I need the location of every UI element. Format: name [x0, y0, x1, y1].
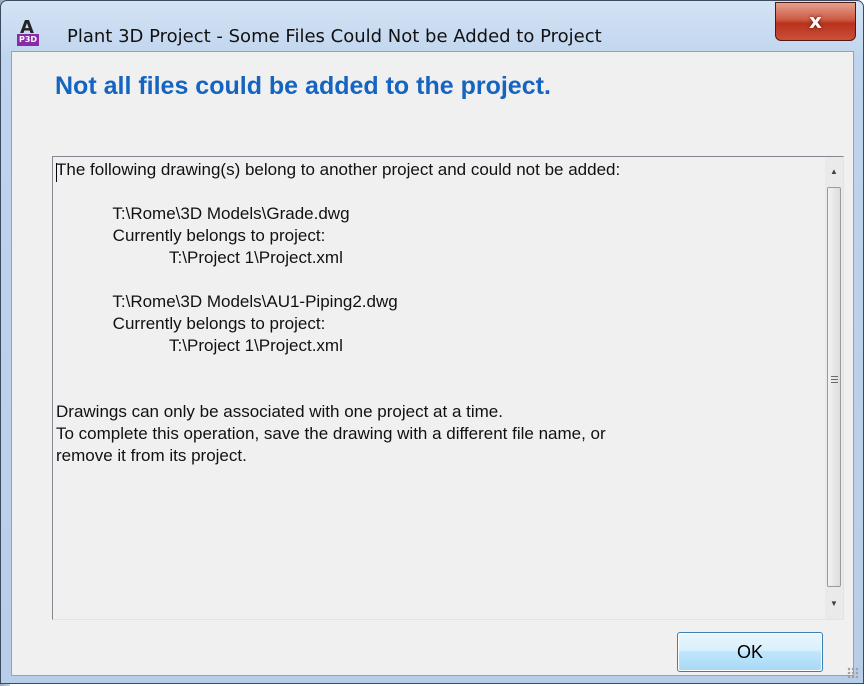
dialog-heading: Not all files could be added to the proj… — [55, 72, 551, 100]
message-line: Currently belongs to project: — [56, 226, 326, 245]
resize-grip-icon[interactable] — [847, 667, 859, 679]
ok-button[interactable]: OK — [677, 632, 823, 672]
window-title: Plant 3D Project - Some Files Could Not … — [67, 26, 602, 47]
message-line: remove it from its project. — [56, 446, 247, 465]
message-line: The following drawing(s) belong to anoth… — [56, 160, 621, 179]
message-line — [56, 357, 786, 379]
close-button[interactable]: x — [775, 2, 856, 41]
scroll-up-arrow-icon[interactable]: ▲ — [825, 163, 843, 181]
message-line: T:\Rome\3D Models\Grade.dwg — [56, 204, 350, 223]
grip-icon — [831, 376, 838, 385]
title-bar[interactable]: A P3D Plant 3D Project - Some Files Coul… — [1, 1, 865, 51]
scroll-down-arrow-icon[interactable]: ▼ — [825, 595, 843, 613]
dialog-window: A P3D Plant 3D Project - Some Files Coul… — [0, 0, 864, 684]
message-textbox[interactable]: The following drawing(s) belong to anoth… — [52, 156, 844, 620]
message-line: T:\Rome\3D Models\AU1-Piping2.dwg — [56, 292, 398, 311]
close-icon: x — [809, 9, 822, 33]
message-line — [56, 379, 786, 401]
message-text: The following drawing(s) belong to anoth… — [56, 159, 786, 467]
message-line: Currently belongs to project: — [56, 314, 326, 333]
text-cursor — [56, 163, 57, 182]
app-icon-badge: P3D — [17, 34, 39, 46]
vertical-scrollbar[interactable]: ▲ ▼ — [825, 157, 843, 619]
autocad-plant3d-icon[interactable]: A P3D — [17, 17, 39, 47]
message-line — [56, 269, 786, 291]
message-line: Drawings can only be associated with one… — [56, 402, 503, 421]
message-line — [56, 181, 786, 203]
message-line: T:\Project 1\Project.xml — [56, 248, 343, 267]
dialog-body: Not all files could be added to the proj… — [11, 51, 854, 676]
message-line: T:\Project 1\Project.xml — [56, 336, 343, 355]
scroll-thumb[interactable] — [827, 187, 841, 587]
message-line: To complete this operation, save the dra… — [56, 424, 606, 443]
